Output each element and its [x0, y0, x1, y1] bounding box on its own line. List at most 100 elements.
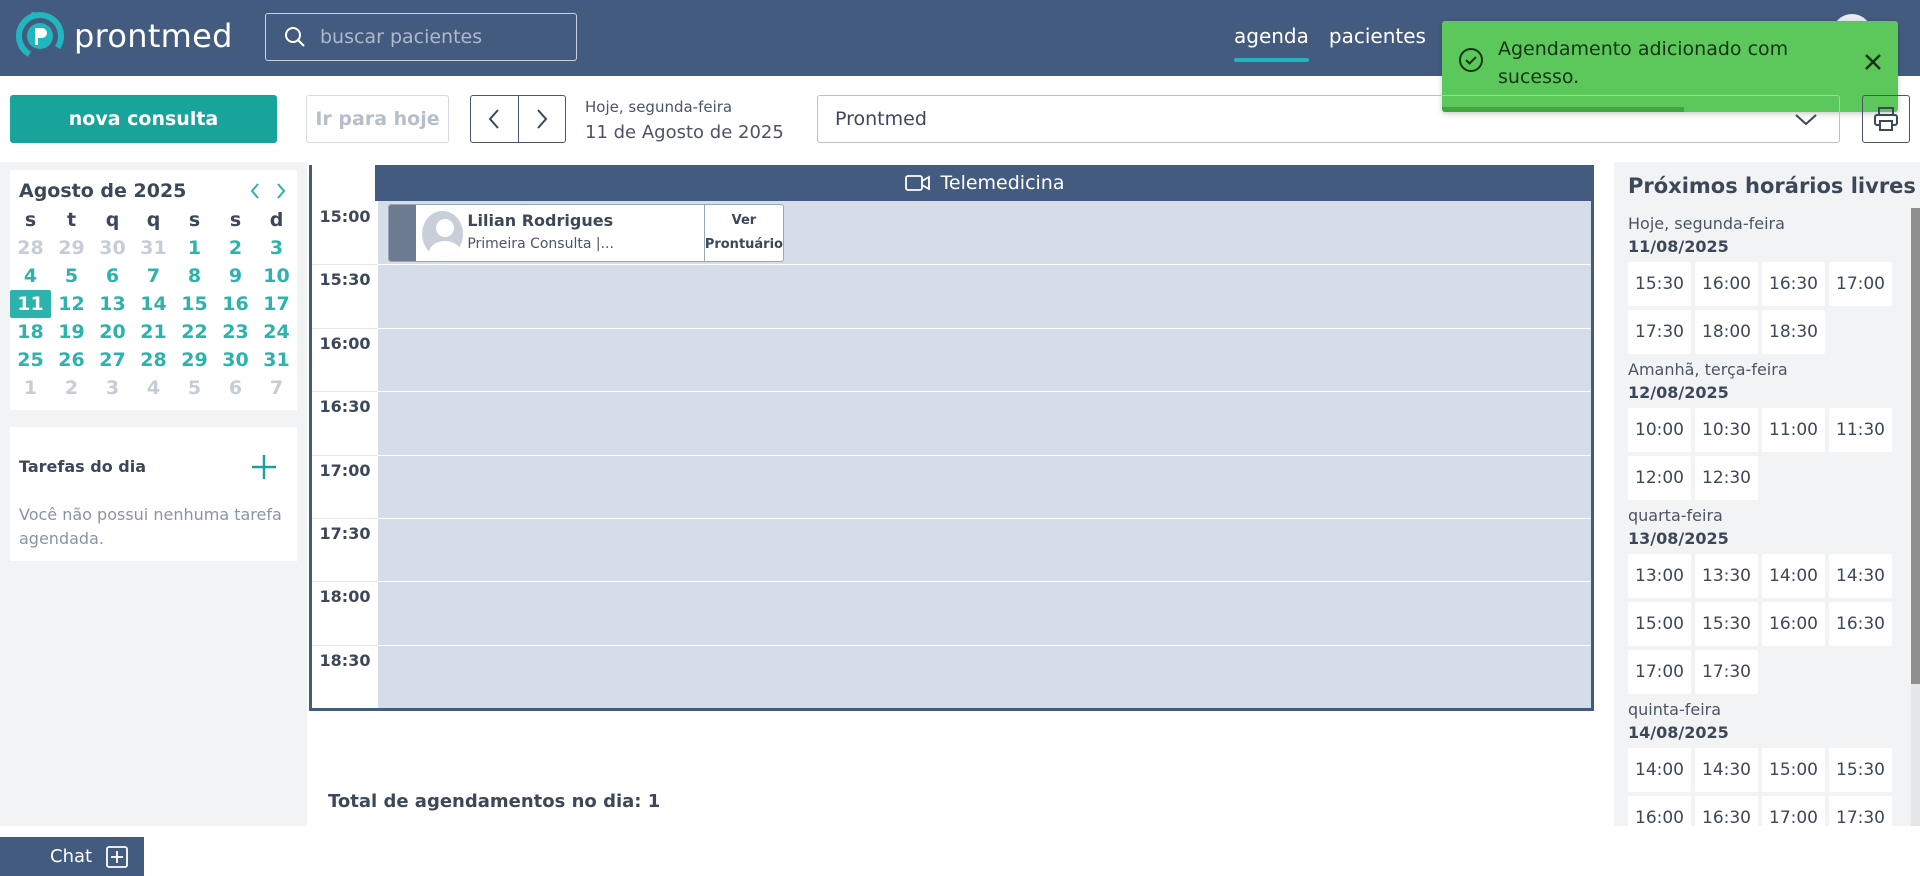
free-slots-scrollbar[interactable]	[1911, 208, 1920, 826]
go-today-button[interactable]: Ir para hoje	[306, 95, 449, 143]
free-slot-button[interactable]: 16:30	[1829, 602, 1892, 646]
calendar-day[interactable]: 17	[256, 290, 297, 318]
print-button[interactable]	[1862, 95, 1910, 143]
calendar-day[interactable]: 3	[256, 234, 297, 262]
free-slot-button[interactable]: 13:00	[1628, 554, 1691, 598]
view-record-button[interactable]: Ver Prontuário	[705, 205, 783, 261]
free-slot-button[interactable]: 15:30	[1628, 262, 1691, 306]
calendar-day[interactable]: 30	[215, 346, 256, 374]
calendar-day[interactable]: 6	[215, 374, 256, 402]
patient-avatar-icon	[428, 219, 461, 257]
chat-button[interactable]: Chat	[0, 837, 144, 876]
calendar-day[interactable]: 8	[174, 262, 215, 290]
weekday-header: t	[66, 209, 77, 231]
free-slot-button[interactable]: 12:00	[1628, 456, 1691, 500]
free-slot-button[interactable]: 13:30	[1695, 554, 1758, 598]
calendar-day[interactable]: 5	[51, 262, 92, 290]
calendar-prev-month-icon[interactable]	[249, 182, 261, 200]
free-slot-button[interactable]: 10:30	[1695, 408, 1758, 452]
free-slot-button[interactable]: 16:00	[1695, 262, 1758, 306]
calendar-day[interactable]: 4	[133, 374, 174, 402]
search-input[interactable]	[320, 26, 560, 48]
calendar-day[interactable]: 1	[10, 374, 51, 402]
free-slot-button[interactable]: 10:00	[1628, 408, 1691, 452]
calendar-day[interactable]: 20	[92, 318, 133, 346]
calendar-day[interactable]: 4	[10, 262, 51, 290]
calendar-day[interactable]: 14	[133, 290, 174, 318]
calendar-day[interactable]: 31	[133, 234, 174, 262]
calendar-day[interactable]: 7	[256, 374, 297, 402]
free-slot-button[interactable]: 18:30	[1762, 310, 1825, 354]
nav-pacientes[interactable]: pacientes	[1329, 24, 1426, 56]
next-day-button[interactable]	[519, 96, 566, 142]
scrollbar-thumb[interactable]	[1911, 208, 1920, 684]
calendar-day[interactable]: 6	[92, 262, 133, 290]
calendar-day[interactable]: 9	[215, 262, 256, 290]
calendar-day[interactable]: 26	[51, 346, 92, 374]
calendar-day[interactable]: 5	[174, 374, 215, 402]
free-slot-button[interactable]: 17:00	[1829, 262, 1892, 306]
calendar-day[interactable]: 24	[256, 318, 297, 346]
calendar-day[interactable]: 3	[92, 374, 133, 402]
close-icon[interactable]	[1862, 51, 1884, 73]
calendar-day[interactable]: 18	[10, 318, 51, 346]
time-divider	[312, 644, 378, 646]
calendar-day[interactable]: 25	[10, 346, 51, 374]
calendar-day[interactable]: 10	[256, 262, 297, 290]
free-slot-button[interactable]: 18:00	[1695, 310, 1758, 354]
calendar-day[interactable]: 28	[10, 234, 51, 262]
free-slot-button[interactable]: 16:30	[1695, 796, 1758, 826]
free-slot-button[interactable]: 16:00	[1762, 602, 1825, 646]
calendar-day[interactable]: 28	[133, 346, 174, 374]
free-slot-button[interactable]: 15:00	[1628, 602, 1691, 646]
free-slot-button[interactable]: 16:00	[1628, 796, 1691, 826]
calendar-day[interactable]: 29	[51, 234, 92, 262]
professional-select[interactable]: Prontmed	[817, 95, 1840, 143]
calendar-next-month-icon[interactable]	[275, 182, 287, 200]
free-slot-button[interactable]: 16:30	[1762, 262, 1825, 306]
free-slot-button[interactable]: 11:30	[1829, 408, 1892, 452]
free-slot-button[interactable]: 17:00	[1628, 650, 1691, 694]
free-slot-button[interactable]: 15:30	[1829, 748, 1892, 792]
prev-day-button[interactable]	[471, 96, 519, 142]
toast-message: Agendamento adicionado com sucesso.	[1498, 38, 1789, 88]
calendar-day[interactable]: 21	[133, 318, 174, 346]
calendar-day[interactable]: 13	[92, 290, 133, 318]
calendar-day[interactable]: 23	[215, 318, 256, 346]
calendar-day[interactable]: 2	[51, 374, 92, 402]
calendar-day[interactable]: 12	[51, 290, 92, 318]
logo[interactable]: prontmed	[14, 10, 233, 62]
free-slot-button[interactable]: 17:30	[1628, 310, 1691, 354]
calendar-day[interactable]: 11	[10, 290, 51, 318]
calendar-day[interactable]: 15	[174, 290, 215, 318]
calendar-day[interactable]: 1	[174, 234, 215, 262]
prontmed-logo-icon	[15, 12, 64, 60]
free-slot-button[interactable]: 14:00	[1628, 748, 1691, 792]
new-appointment-button[interactable]: nova consulta	[10, 95, 277, 143]
free-slot-button[interactable]: 17:00	[1762, 796, 1825, 826]
calendar-day[interactable]: 30	[92, 234, 133, 262]
calendar-day[interactable]: 31	[256, 346, 297, 374]
free-slot-button[interactable]: 12:30	[1695, 456, 1758, 500]
free-slot-button[interactable]: 17:30	[1829, 796, 1892, 826]
search-box[interactable]	[265, 13, 577, 61]
free-slot-button[interactable]: 15:00	[1762, 748, 1825, 792]
calendar-day[interactable]: 2	[215, 234, 256, 262]
free-slot-button[interactable]: 14:30	[1829, 554, 1892, 598]
calendar-day[interactable]: 19	[51, 318, 92, 346]
calendar-day[interactable]: 7	[133, 262, 174, 290]
free-slot-button[interactable]: 17:30	[1695, 650, 1758, 694]
calendar-day[interactable]: 16	[215, 290, 256, 318]
calendar-day[interactable]: 29	[174, 346, 215, 374]
add-task-icon[interactable]	[250, 453, 278, 481]
appointment-card[interactable]: Lilian Rodrigues Primeira Consulta |... …	[388, 204, 784, 262]
professional-select-value: Prontmed	[835, 108, 927, 130]
nav-agenda[interactable]: agenda	[1234, 24, 1309, 62]
calendar-day[interactable]: 27	[92, 346, 133, 374]
time-slots[interactable]	[378, 201, 1591, 708]
calendar-day[interactable]: 22	[174, 318, 215, 346]
free-slot-button[interactable]: 11:00	[1762, 408, 1825, 452]
free-slot-button[interactable]: 14:00	[1762, 554, 1825, 598]
free-slot-button[interactable]: 15:30	[1695, 602, 1758, 646]
free-slot-button[interactable]: 14:30	[1695, 748, 1758, 792]
